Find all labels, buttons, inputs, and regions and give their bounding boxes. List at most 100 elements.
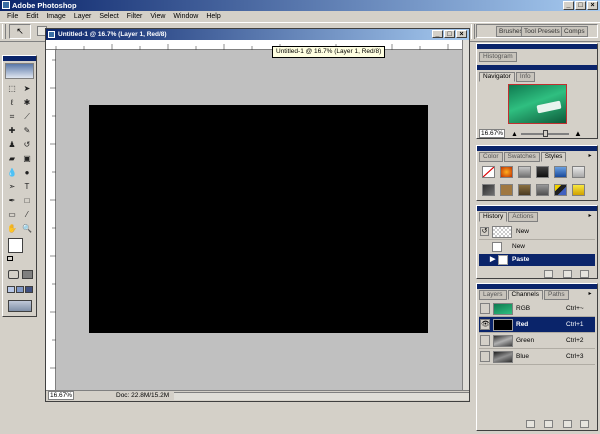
zoom-out-icon[interactable]: ▲ <box>511 131 518 138</box>
styles-panel-grip[interactable] <box>477 146 597 151</box>
new-snapshot-icon[interactable] <box>563 270 572 278</box>
style-fire[interactable] <box>500 166 513 178</box>
zoom-tool-icon[interactable]: 🔍 <box>20 222 34 235</box>
full-screen-menu-icon[interactable] <box>16 286 24 293</box>
menu-select[interactable]: Select <box>95 11 122 22</box>
load-selection-icon[interactable] <box>526 420 535 428</box>
clone-stamp-icon[interactable]: ♟ <box>5 138 19 151</box>
pen-tool-icon[interactable]: ✒ <box>5 194 19 207</box>
menu-file[interactable]: File <box>3 11 22 22</box>
minimize-button[interactable]: _ <box>563 1 574 10</box>
well-tab-tool-presets[interactable]: Tool Presets <box>521 26 563 37</box>
new-channel-icon[interactable] <box>563 420 572 428</box>
zoom-in-icon[interactable]: ▲ <box>574 130 582 138</box>
panel-menu-arrow-icon[interactable]: ▸ <box>586 291 594 298</box>
dodge-tool-icon[interactable]: ● <box>20 166 34 179</box>
navigator-subgrip[interactable] <box>477 65 597 70</box>
tool-preset-picker[interactable]: ↖ <box>9 24 31 39</box>
menu-layer[interactable]: Layer <box>70 11 96 22</box>
tab-channels[interactable]: Channels <box>507 290 543 300</box>
history-panel-grip[interactable] <box>477 206 597 211</box>
doc-maximize-button[interactable]: □ <box>444 30 455 38</box>
brush-tool-icon[interactable]: ✎ <box>20 124 34 137</box>
options-bar-grip[interactable] <box>2 24 6 39</box>
menu-window[interactable]: Window <box>169 11 202 22</box>
visibility-toggle[interactable] <box>480 351 490 362</box>
eyedropper-icon[interactable]: ⁄ <box>20 208 34 221</box>
menu-image[interactable]: Image <box>42 11 69 22</box>
horizontal-scrollbar[interactable] <box>174 392 469 400</box>
tab-paths[interactable]: Paths <box>543 290 569 300</box>
photoshop-feather-logo[interactable] <box>5 63 34 79</box>
zoom-field[interactable]: 16.67% <box>48 391 74 400</box>
blur-tool-icon[interactable]: 💧 <box>5 166 19 179</box>
menu-edit[interactable]: Edit <box>22 11 42 22</box>
eye-icon[interactable]: 👁 <box>480 319 490 330</box>
document-size-info[interactable]: Doc: 22.8M/15.2M <box>116 392 169 399</box>
path-selection-icon[interactable]: ➣ <box>5 180 19 193</box>
visibility-toggle[interactable] <box>480 303 490 314</box>
gradient-tool-icon[interactable]: ▣ <box>20 152 34 165</box>
full-screen-icon[interactable] <box>25 286 33 293</box>
document-title-bar[interactable]: Untitled-1 @ 16.7% (Layer 1, Red/8) _ □ … <box>46 29 469 40</box>
style-silver[interactable] <box>572 166 585 178</box>
style-black[interactable] <box>536 166 549 178</box>
tab-navigator[interactable]: Navigator <box>479 72 515 82</box>
channel-row-red[interactable]: 👁 Red Ctrl+1 <box>479 317 595 333</box>
menu-view[interactable]: View <box>146 11 169 22</box>
foreground-color-swatch[interactable] <box>8 238 23 253</box>
history-snapshot[interactable]: ↺ New <box>479 224 595 240</box>
menu-filter[interactable]: Filter <box>123 11 147 22</box>
style-stripes[interactable] <box>554 184 567 196</box>
image-canvas[interactable] <box>89 105 428 333</box>
style-steel[interactable] <box>536 184 549 196</box>
history-item-paste[interactable]: ▶ Paste <box>479 254 595 266</box>
maximize-button[interactable]: □ <box>575 1 586 10</box>
default-colors-icon[interactable] <box>7 256 13 261</box>
tab-color[interactable]: Color <box>479 152 503 162</box>
app-title-bar[interactable]: Adobe Photoshop _ □ × <box>0 0 600 11</box>
navigator-panel-grip[interactable] <box>477 44 597 49</box>
history-brush-icon[interactable]: ↺ <box>20 138 34 151</box>
style-chrome[interactable] <box>518 166 531 178</box>
visibility-toggle[interactable] <box>480 335 490 346</box>
rectangle-tool-icon[interactable]: □ <box>20 194 34 207</box>
new-document-from-state-icon[interactable] <box>544 270 553 278</box>
history-item-new[interactable]: New <box>479 241 595 253</box>
navigator-zoom-field[interactable]: 16.67% <box>479 129 505 138</box>
type-tool-icon[interactable]: T <box>20 180 34 193</box>
tab-styles[interactable]: Styles <box>540 152 567 162</box>
history-slider-icon[interactable]: ▶ <box>490 256 495 264</box>
magic-wand-icon[interactable]: ✱ <box>20 96 34 109</box>
channels-panel-grip[interactable] <box>477 284 597 289</box>
vertical-ruler[interactable] <box>46 50 56 390</box>
channel-row-green[interactable]: Green Ctrl+2 <box>479 333 595 349</box>
style-none[interactable] <box>482 166 495 178</box>
channel-row-rgb[interactable]: RGB Ctrl+~ <box>479 301 595 317</box>
tab-actions[interactable]: Actions <box>508 212 538 222</box>
slice-tool-icon[interactable]: ⟋ <box>20 110 34 123</box>
vertical-scrollbar[interactable] <box>462 40 469 390</box>
style-gold[interactable] <box>572 184 585 196</box>
style-blue-glass[interactable] <box>554 166 567 178</box>
close-button[interactable]: × <box>587 1 598 10</box>
navigator-thumbnail[interactable] <box>508 84 567 124</box>
trash-icon[interactable] <box>580 420 589 428</box>
style-wood[interactable] <box>500 184 513 196</box>
zoom-slider-thumb[interactable] <box>543 130 548 137</box>
trash-icon[interactable] <box>580 270 589 278</box>
move-tool-icon[interactable]: ➤ <box>20 82 34 95</box>
panel-menu-arrow-icon[interactable]: ▸ <box>586 153 594 160</box>
horizontal-ruler[interactable] <box>46 40 462 50</box>
marquee-tool-icon[interactable]: ⬚ <box>5 82 19 95</box>
standard-mode-icon[interactable] <box>8 270 19 279</box>
save-selection-icon[interactable] <box>544 420 553 428</box>
standard-screen-icon[interactable] <box>7 286 15 293</box>
channel-row-blue[interactable]: Blue Ctrl+3 <box>479 349 595 365</box>
tab-histogram[interactable]: Histogram <box>479 52 517 62</box>
crop-tool-icon[interactable]: ⌗ <box>5 110 19 123</box>
hand-tool-icon[interactable]: ✋ <box>5 222 19 235</box>
menu-help[interactable]: Help <box>202 11 224 22</box>
history-brush-source-icon[interactable]: ↺ <box>480 227 489 236</box>
doc-close-button[interactable]: × <box>456 30 467 38</box>
